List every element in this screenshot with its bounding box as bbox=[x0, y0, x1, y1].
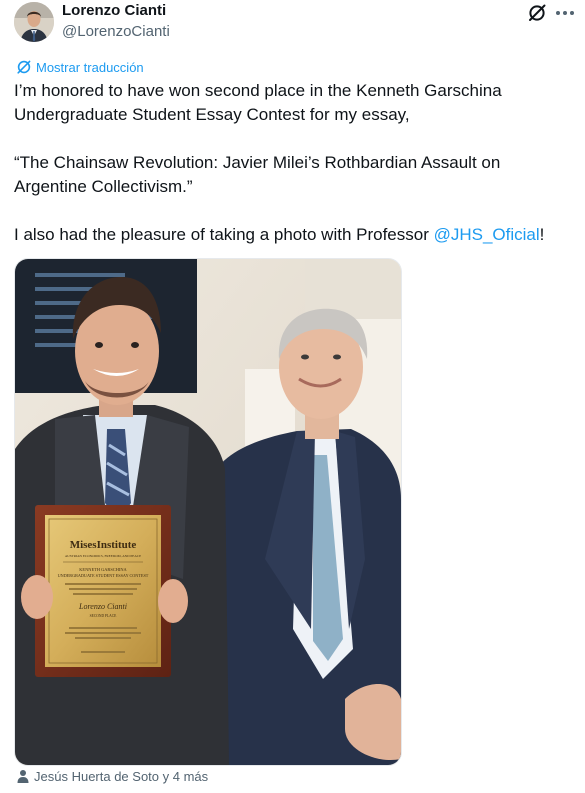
plaque-contest-line-1: KENNETH GARSCHINA bbox=[79, 567, 127, 572]
author-block: Lorenzo Cianti @LorenzoCianti bbox=[62, 2, 170, 42]
tweet-text-after-mention: ! bbox=[539, 225, 545, 244]
tweet-text-before-mention: I also had the pleasure of taking a phot… bbox=[14, 225, 434, 244]
tweet-text: I’m honored to have won second place in … bbox=[14, 79, 574, 247]
mention-link[interactable]: @JHS_Oficial bbox=[434, 225, 540, 244]
more-icon[interactable] bbox=[553, 2, 577, 24]
author-display-name[interactable]: Lorenzo Cianti bbox=[62, 2, 170, 20]
tweet-photo[interactable]: MisesInstitute AUSTRIAN ECONOMICS, FREED… bbox=[14, 258, 402, 766]
tweet-text-paragraph-3: I also had the pleasure of taking a phot… bbox=[14, 223, 574, 247]
plaque-contest-line-2: UNDERGRADUATE STUDENT ESSAY CONTEST bbox=[58, 573, 149, 578]
tweet-text-paragraph-2: “The Chainsaw Revolution: Javier Milei’s… bbox=[14, 153, 501, 196]
translate-icon bbox=[16, 59, 32, 75]
plaque-awardee: Lorenzo Cianti bbox=[78, 602, 127, 611]
author-handle[interactable]: @LorenzoCianti bbox=[62, 22, 170, 42]
show-translation-link[interactable]: Mostrar traducción bbox=[16, 59, 144, 76]
avatar-photo bbox=[14, 2, 54, 42]
plaque-brand: MisesInstitute bbox=[70, 539, 137, 551]
show-translation-label: Mostrar traducción bbox=[36, 60, 144, 75]
grok-icon[interactable] bbox=[526, 2, 548, 24]
tagged-people[interactable]: Jesús Huerta de Soto y 4 más bbox=[16, 769, 208, 785]
author-avatar[interactable] bbox=[14, 2, 54, 42]
tagged-people-label: Jesús Huerta de Soto y 4 más bbox=[34, 769, 209, 784]
tweet: Lorenzo Cianti @LorenzoCianti Mostrar tr… bbox=[0, 0, 585, 793]
award-plaque: MisesInstitute AUSTRIAN ECONOMICS, FREED… bbox=[35, 505, 171, 677]
person-icon bbox=[16, 769, 30, 783]
tweet-text-paragraph-1: I’m honored to have won second place in … bbox=[14, 81, 502, 124]
photo-illustration: MisesInstitute AUSTRIAN ECONOMICS, FREED… bbox=[15, 259, 401, 765]
plaque-place: SECOND PLACE bbox=[90, 614, 117, 618]
